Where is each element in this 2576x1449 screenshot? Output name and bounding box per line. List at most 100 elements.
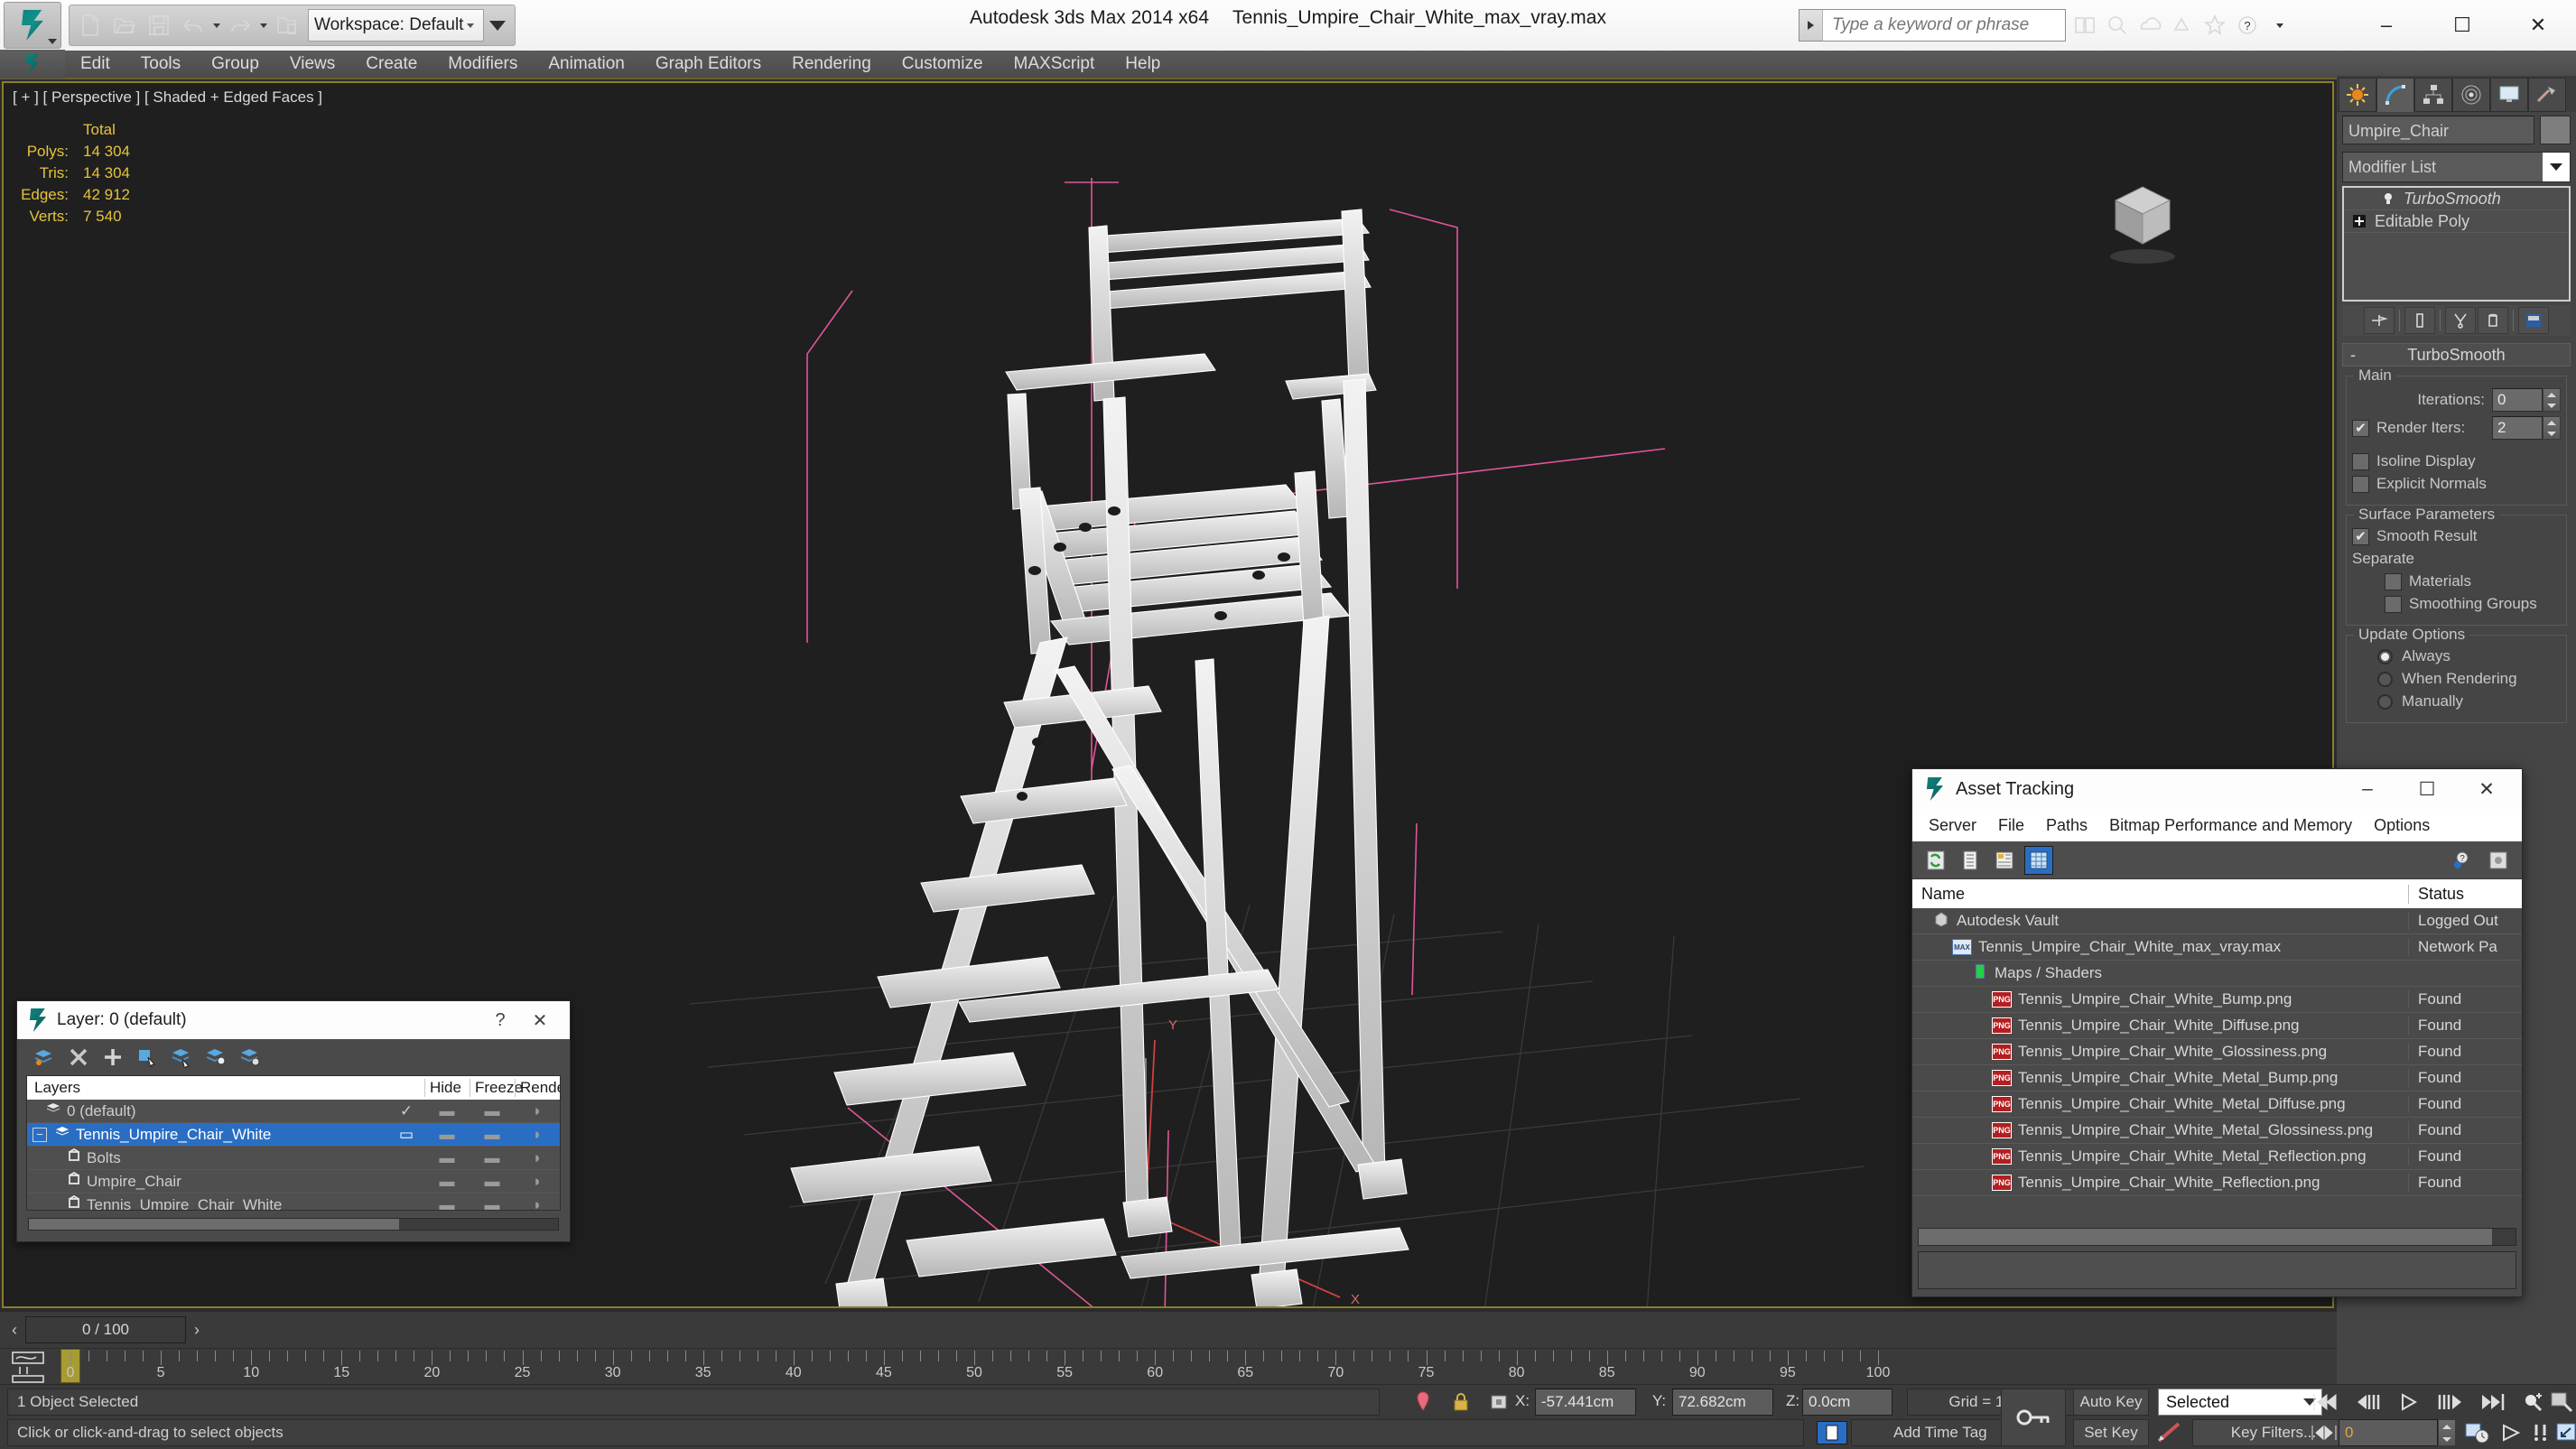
zoom-region-icon[interactable] — [2546, 1389, 2576, 1416]
menu-item-tools[interactable]: Tools — [126, 50, 196, 79]
menu-item-edit[interactable]: Edit — [65, 50, 126, 79]
redo-icon[interactable] — [223, 8, 257, 42]
render-iters-spinner[interactable]: 2 — [2492, 416, 2561, 440]
update-option-always[interactable]: Always — [2352, 647, 2561, 665]
save-file-icon[interactable] — [142, 8, 176, 42]
auto-key-button[interactable]: Auto Key — [2073, 1389, 2149, 1416]
chevron-down-icon[interactable] — [463, 23, 478, 28]
menu-item-maxscript[interactable]: MAXScript — [999, 50, 1111, 79]
expand-plus-icon[interactable] — [2351, 213, 2367, 229]
layer-dialog-close-button[interactable]: ✕ — [525, 1007, 555, 1034]
modify-tab[interactable] — [2376, 78, 2414, 112]
go-to-end-icon[interactable] — [2478, 1389, 2510, 1416]
asset-row[interactable]: PNG Tennis_Umpire_Chair_White_Bump.png F… — [1912, 987, 2522, 1013]
asset-menu-options[interactable]: Options — [2363, 809, 2441, 841]
layer-row-umpire-chair[interactable]: Umpire_Chair ▬ ▬ ◗ — [27, 1170, 560, 1194]
menu-item-views[interactable]: Views — [274, 50, 350, 79]
layer-hide-toggle[interactable]: ▬ — [424, 1149, 470, 1167]
make-unique-icon[interactable] — [2445, 307, 2476, 334]
go-to-start-icon[interactable] — [2308, 1389, 2340, 1416]
redo-dropdown-icon[interactable] — [257, 8, 270, 42]
options-icon[interactable] — [2484, 846, 2513, 875]
frame-readout[interactable]: ‹ 0 / 100 › — [4, 1315, 208, 1344]
layer-hide-toggle[interactable]: ▬ — [424, 1102, 470, 1120]
render-iters-value[interactable]: 2 — [2492, 416, 2543, 440]
menu-item-customize[interactable]: Customize — [887, 50, 999, 79]
modifier-list-dropdown[interactable]: Modifier List — [2342, 152, 2571, 182]
layer-render-toggle[interactable]: ◗ — [515, 1149, 560, 1167]
search-icon[interactable] — [2069, 9, 2100, 42]
select-objects-in-layer-icon[interactable] — [135, 1045, 160, 1069]
layer-render-toggle[interactable]: ◗ — [515, 1196, 560, 1211]
layer-current-check[interactable]: ✓ — [388, 1102, 424, 1120]
menu-item-create[interactable]: Create — [350, 50, 432, 79]
stack-item-editable-poly[interactable]: Editable Poly — [2344, 210, 2569, 233]
menu-item-help[interactable]: Help — [1110, 50, 1176, 79]
explicit-normals-checkbox[interactable] — [2352, 475, 2369, 493]
isoline-display-checkbox[interactable] — [2352, 452, 2369, 470]
update-option-manually[interactable]: Manually — [2352, 692, 2561, 711]
set-project-folder-icon[interactable] — [270, 8, 304, 42]
spinner-arrows-icon[interactable] — [2543, 416, 2561, 440]
layer-row-tennis-umpire-chair-white[interactable]: − Tennis_Umpire_Chair_White ▭ ▬ ▬ ◗ — [27, 1123, 560, 1147]
pin-stack-toggle-icon[interactable] — [1407, 1389, 1439, 1416]
asset-horizontal-scrollbar[interactable] — [1918, 1228, 2516, 1246]
spinner-arrows-icon[interactable] — [2543, 388, 2561, 412]
exchange-apps-icon[interactable] — [2167, 9, 2198, 42]
layer-freeze-toggle[interactable]: ▬ — [470, 1196, 515, 1211]
autodesk-360-icon[interactable] — [2134, 9, 2165, 42]
iterations-value[interactable]: 0 — [2492, 388, 2543, 412]
help-dropdown-icon[interactable] — [2264, 9, 2295, 42]
hierarchy-tab[interactable] — [2414, 78, 2452, 112]
z-coordinate-field[interactable]: 0.0cm — [1802, 1389, 1892, 1416]
layer-render-toggle[interactable]: ◗ — [515, 1102, 560, 1120]
communication-center-icon[interactable] — [2102, 9, 2133, 42]
pin-stack-icon[interactable] — [2364, 307, 2395, 334]
radio-always[interactable] — [2377, 648, 2393, 664]
asset-row[interactable]: PNG Tennis_Umpire_Chair_White_Metal_Diff… — [1912, 1091, 2522, 1118]
open-file-icon[interactable] — [107, 8, 142, 42]
radio-manually[interactable] — [2377, 693, 2393, 710]
asset-row[interactable]: PNG Tennis_Umpire_Chair_White_Metal_Refl… — [1912, 1144, 2522, 1170]
x-coordinate-field[interactable]: -57.441cm — [1535, 1389, 1636, 1416]
maximize-viewport-icon[interactable] — [2550, 1419, 2576, 1446]
time-configuration-icon[interactable] — [2461, 1419, 2494, 1446]
refresh-icon[interactable] — [1921, 846, 1950, 875]
search-box[interactable] — [1799, 9, 2066, 42]
layer-freeze-toggle[interactable]: ▬ — [470, 1126, 515, 1144]
make-layer-current-icon[interactable] — [32, 1045, 57, 1069]
layer-hide-toggle[interactable]: ▬ — [424, 1173, 470, 1191]
object-color-swatch[interactable] — [2540, 116, 2571, 144]
menu-item-graph-editors[interactable]: Graph Editors — [640, 50, 777, 79]
help-icon[interactable]: ? — [2448, 846, 2477, 875]
set-key-mode-icon[interactable] — [2001, 1389, 2066, 1446]
delete-layer-icon[interactable] — [66, 1045, 91, 1069]
layer-render-toggle[interactable]: ◗ — [515, 1173, 560, 1191]
layer-render-toggle[interactable]: ◗ — [515, 1126, 560, 1144]
remove-modifier-icon[interactable] — [2478, 307, 2508, 334]
collapse-icon[interactable]: - — [2350, 346, 2356, 365]
asset-row[interactable]: PNG Tennis_Umpire_Chair_White_Metal_Glos… — [1912, 1118, 2522, 1144]
asset-row[interactable]: PNG Tennis_Umpire_Chair_White_Diffuse.pn… — [1912, 1013, 2522, 1039]
asset-minimize-button[interactable]: – — [2338, 769, 2397, 809]
layer-row-tennis-umpire-chair-white-object[interactable]: Tennis_Umpire_Chair_White ▬ ▬ ◗ — [27, 1194, 560, 1211]
modifier-stack[interactable]: TurboSmooth Editable Poly — [2342, 186, 2571, 302]
open-mini-curve-editor-icon[interactable] — [7, 1351, 63, 1383]
key-mode-selector[interactable]: Selected — [2158, 1389, 2322, 1416]
layer-dialog-help-button[interactable]: ? — [485, 1007, 516, 1034]
previous-frame-icon[interactable] — [2351, 1389, 2384, 1416]
layer-row-default[interactable]: 0 (default) ✓ ▬ ▬ ◗ — [27, 1100, 560, 1123]
asset-row[interactable]: Autodesk Vault Logged Out — [1912, 908, 2522, 934]
asset-row[interactable]: PNG Tennis_Umpire_Chair_White_Reflection… — [1912, 1170, 2522, 1196]
radio-when-rendering[interactable] — [2377, 671, 2393, 687]
update-option-when-rendering[interactable]: When Rendering — [2352, 670, 2561, 688]
layer-hide-toggle[interactable]: ▬ — [424, 1196, 470, 1211]
close-button[interactable]: ✕ — [2500, 0, 2576, 51]
layer-dialog[interactable]: Layer: 0 (default) ? ✕ Layers Hide Freez… — [16, 1000, 571, 1242]
asset-menu-server[interactable]: Server — [1918, 809, 1987, 841]
render-iters-checkbox[interactable] — [2352, 419, 2369, 437]
asset-menu-file[interactable]: File — [1987, 809, 2035, 841]
light-bulb-icon[interactable] — [2380, 190, 2396, 207]
set-key-button[interactable]: Set Key — [2073, 1419, 2149, 1446]
undo-icon[interactable] — [176, 8, 210, 42]
